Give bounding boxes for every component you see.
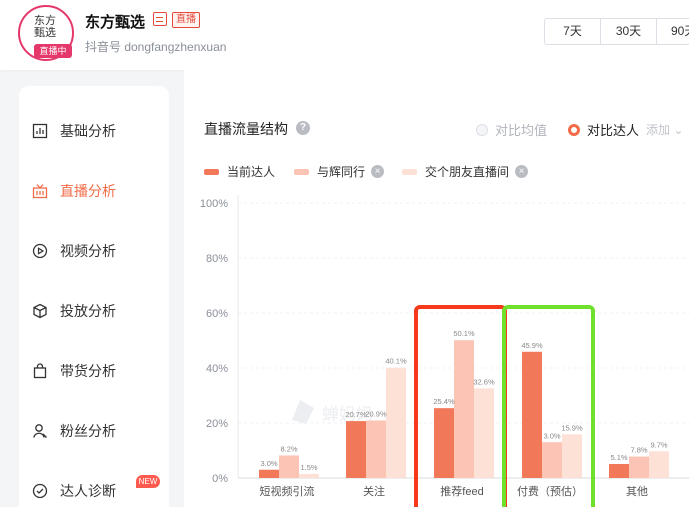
bar[interactable] (562, 434, 582, 478)
y-tick-label: 100% (200, 198, 228, 210)
bar[interactable] (366, 420, 386, 478)
bar[interactable] (649, 451, 669, 478)
bar[interactable] (629, 456, 649, 478)
data-label: 7.8% (630, 446, 647, 455)
data-label: 32.6% (473, 377, 495, 386)
y-tick-label: 60% (206, 308, 228, 320)
bar[interactable] (474, 388, 494, 478)
data-label: 45.9% (521, 341, 543, 350)
data-label: 3.0% (260, 459, 277, 468)
data-label: 3.0% (543, 431, 560, 440)
bar[interactable] (279, 455, 299, 478)
y-tick-label: 80% (206, 253, 228, 265)
bar[interactable] (346, 421, 366, 478)
data-label: 50.1% (453, 329, 475, 338)
data-label: 20.7% (345, 410, 367, 419)
x-tick-label: 关注 (363, 484, 385, 498)
x-tick-label: 付费（预估） (517, 485, 583, 498)
bar[interactable] (522, 351, 542, 478)
bar[interactable] (454, 340, 474, 478)
data-label: 5.1% (610, 453, 627, 462)
bar[interactable] (609, 463, 629, 478)
y-tick-label: 0% (212, 473, 228, 485)
y-tick-label: 20% (206, 418, 228, 430)
data-label: 40.1% (385, 357, 407, 366)
data-label: 25.4% (433, 397, 455, 406)
x-tick-label: 短视频引流 (260, 484, 315, 498)
bar[interactable] (386, 367, 406, 478)
traffic-structure-chart: 0%20%40%60%80%100% 蝉妈妈 3.0%20.7%25.4%45.… (200, 195, 689, 507)
data-label: 9.7% (650, 440, 667, 449)
data-label: 20.9% (365, 410, 387, 419)
bar[interactable] (434, 408, 454, 478)
bar[interactable] (259, 469, 279, 478)
x-tick-label: 其他 (626, 485, 648, 498)
y-tick-label: 40% (206, 363, 228, 375)
bar[interactable] (299, 473, 319, 478)
x-tick-label: 推荐feed (440, 484, 483, 498)
data-label: 8.2% (280, 444, 297, 453)
data-label: 15.9% (561, 423, 583, 432)
bar[interactable] (542, 442, 562, 478)
data-label: 1.5% (300, 463, 317, 472)
